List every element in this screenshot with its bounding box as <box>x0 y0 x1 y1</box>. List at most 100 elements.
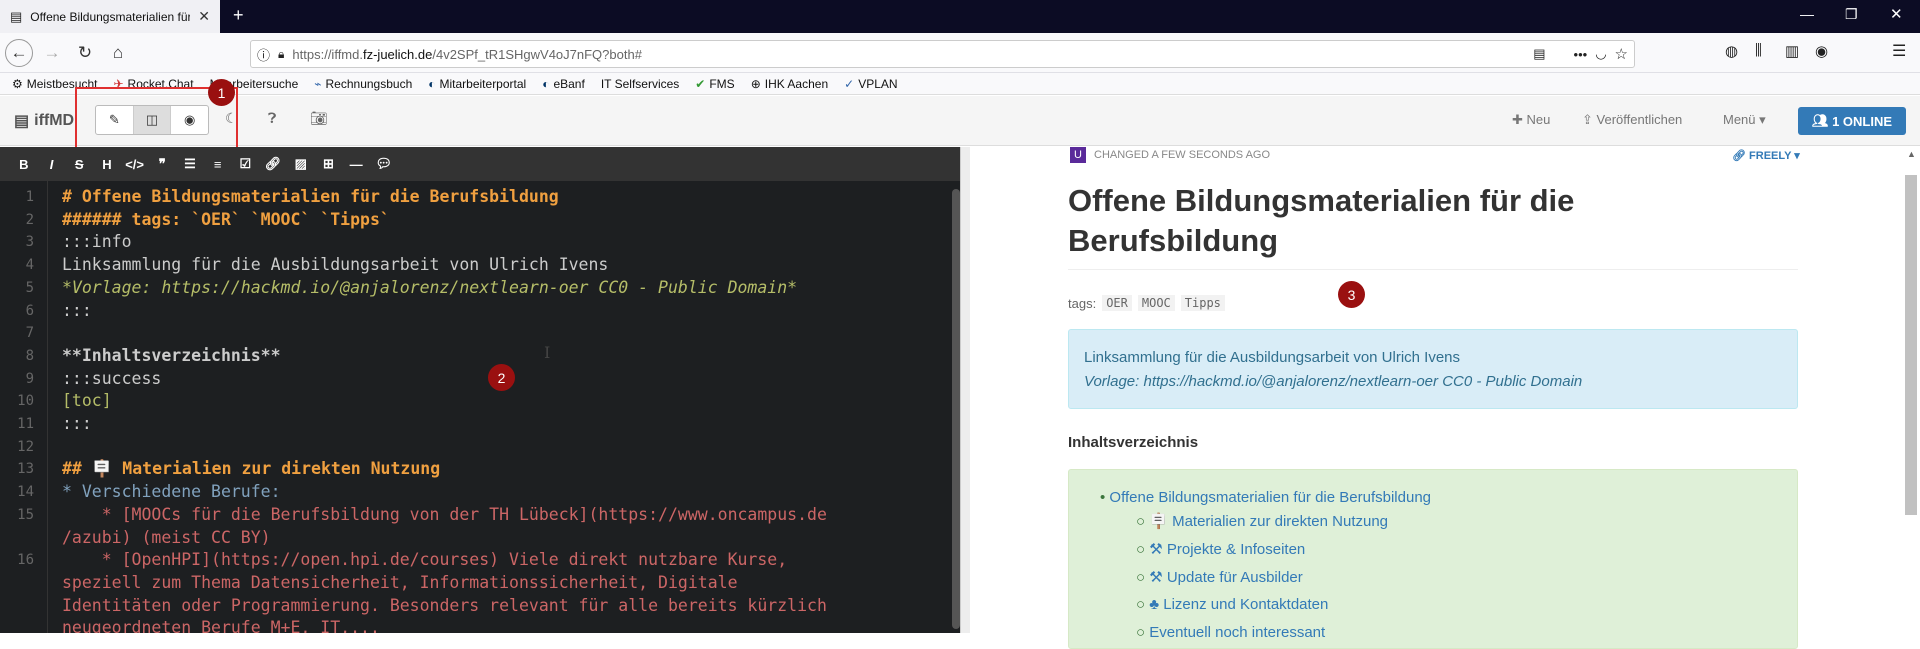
toc-heading: Inhaltsverzeichnis <box>1068 434 1199 451</box>
browser-tab[interactable]: ▤ Offene Bildungsmaterialien für ✕ <box>0 0 220 33</box>
code-line: speziell zum Thema Datensicherheit, Info… <box>62 572 738 592</box>
minimize-icon[interactable]: — <box>1800 6 1814 22</box>
new-tab-icon[interactable]: + <box>233 5 244 26</box>
horizontal-line-button[interactable]: — <box>342 157 370 172</box>
sidebar-icon[interactable]: ▥ <box>1785 42 1799 60</box>
page-actions-icon[interactable]: ••• <box>1574 47 1588 62</box>
camera-icon[interactable]: 📷︎ <box>310 110 328 127</box>
info-box <box>1068 329 1798 409</box>
scroll-up-arrow-icon[interactable]: ▲ <box>1907 149 1916 159</box>
help-icon[interactable]: ❓︎ <box>268 110 276 127</box>
bookmark-vplan[interactable]: ✓ VPLAN <box>844 77 897 91</box>
preview-pane: U CHANGED A FEW SECONDS AGO 🔗︎ FREELY ▾ … <box>970 147 1920 649</box>
tag-mooc[interactable]: MOOC <box>1137 295 1175 311</box>
split-divider[interactable] <box>960 147 970 633</box>
bookmark-rechnungsbuch[interactable]: ⌁ Rechnungsbuch <box>314 77 412 91</box>
code-button[interactable]: </> <box>121 157 149 172</box>
toc-item-update[interactable]: ○ ⚒ Update für Ausbilder <box>1136 568 1303 586</box>
back-icon[interactable]: ← <box>5 39 33 67</box>
plus-icon: ✚ <box>1512 112 1527 127</box>
line-number: 2 <box>25 211 34 228</box>
line-number: 6 <box>25 302 34 319</box>
heading-button[interactable]: H <box>93 157 121 172</box>
preview-scrollbar[interactable] <box>1905 175 1917 515</box>
line-number: 5 <box>25 279 34 296</box>
line-number: 3 <box>25 234 34 251</box>
document-title: Offene Bildungsmaterialien für die Beruf… <box>1068 183 1575 258</box>
reader-view-icon[interactable]: ▤ <box>1533 46 1545 62</box>
editor-scrollbar[interactable] <box>952 189 960 629</box>
quote-button[interactable]: ❞ <box>148 156 176 172</box>
checklist-button[interactable]: ☑ <box>232 156 260 172</box>
toc-item-materialien[interactable]: ○ 🪧 Materialien zur direkten Nutzung <box>1136 512 1388 530</box>
comment-button[interactable]: 💬︎ <box>370 156 398 172</box>
reload-icon[interactable]: ↻ <box>71 39 99 67</box>
code-line: Identitäten oder Programmierung. Besonde… <box>62 595 827 615</box>
tab-title: Offene Bildungsmaterialien für <box>30 9 191 24</box>
image-button[interactable]: ▨ <box>287 156 315 172</box>
brand-logo[interactable]: ▤ iffMD <box>14 111 74 131</box>
bookmark-ebanf[interactable]: ◐ eBanf <box>542 77 585 91</box>
bullet-list-button[interactable]: ☰ <box>176 156 204 172</box>
line-number: 7 <box>25 325 34 342</box>
numbered-list-button[interactable]: ≡ <box>204 157 232 172</box>
changed-status: CHANGED A FEW SECONDS AGO <box>1094 149 1271 161</box>
line-number: 12 <box>17 438 34 455</box>
toc-item-lizenz[interactable]: ○ ♣ Lizenz und Kontaktdaten <box>1136 596 1328 613</box>
account-icon[interactable]: ◉ <box>1815 42 1828 60</box>
code-line: neugeordneten Berufe M+E, IT,... <box>62 618 380 633</box>
bookmarks-toolbar: ⚙ Meistbesucht ✈ Rocket.Chat Mitarbeitersu… <box>0 73 1920 95</box>
link-icon: 🔗︎ <box>1732 150 1750 162</box>
close-tab-icon[interactable]: ✕ <box>198 8 210 25</box>
check-icon: ✔ <box>695 76 706 91</box>
user-avatar[interactable]: U <box>1070 147 1086 163</box>
bookmark-star-icon[interactable]: ☆ <box>1615 45 1628 63</box>
strikethrough-button[interactable]: S <box>65 157 93 172</box>
line-number: 4 <box>25 257 34 274</box>
shield-icon[interactable]: ◍ <box>1725 42 1738 60</box>
code-line: * [OpenHPI](https://open.hpi.de/courses)… <box>62 550 788 570</box>
url-text[interactable]: https://iffmd.fz-juelich.de/4v2SPf_tR1SH… <box>292 47 1525 62</box>
text-cursor-icon: I <box>544 343 551 362</box>
bold-button[interactable]: B <box>10 157 38 172</box>
online-users-button[interactable]: 👥︎ 1 ONLINE <box>1798 107 1906 135</box>
code-line: /azubi) (meist CC BY) <box>62 527 271 547</box>
tag-tipps[interactable]: Tipps <box>1180 295 1225 311</box>
hamburger-menu-icon[interactable]: ☰ <box>1892 41 1906 61</box>
menu-dropdown[interactable]: Menü ▾ <box>1723 112 1766 128</box>
line-number: 15 <box>17 506 34 523</box>
browser-tab-bar: ▤ Offene Bildungsmaterialien für ✕ + — ❐… <box>0 0 1920 33</box>
new-note-button[interactable]: ✚ Neu <box>1512 112 1550 128</box>
toc-item-projekte[interactable]: ○ ⚒ Projekte & Infoseiten <box>1136 540 1305 558</box>
markdown-editor[interactable]: 1 2 3 4 5 6 7 8 9 10 11 12 13 14 15 16 # Offene Bildung… <box>0 181 960 633</box>
close-window-icon[interactable]: ✕ <box>1890 5 1903 23</box>
restore-icon[interactable]: ❐ <box>1845 6 1858 23</box>
code-line: * [MOOCs für die Berufsbildung von der T… <box>62 504 827 524</box>
bookmark-ihk-aachen[interactable]: ⊕ IHK Aachen <box>751 77 828 91</box>
bookmark-fms[interactable]: ✔ FMS <box>695 77 734 91</box>
book-icon: ⌁ <box>314 76 322 91</box>
info-template-link[interactable]: Vorlage: https://hackmd.io/@anjalorenz/n… <box>1084 373 1582 390</box>
code-line: *Vorlage: https://hackmd.io/@anjalorenz/… <box>62 277 798 297</box>
url-bar[interactable]: ⓘ 🔒︎ https://iffmd.fz-juelich.de/4v2SPf_… <box>250 40 1635 68</box>
bookmark-it-selfservices[interactable]: IT Selfservices <box>601 77 679 91</box>
pocket-icon[interactable]: ◡ <box>1595 46 1606 62</box>
globe-icon: ⊕ <box>750 76 761 91</box>
home-icon[interactable]: ⌂ <box>104 39 132 67</box>
portal-icon: ◐ <box>542 76 550 91</box>
code-line: **Inhaltsverzeichnis** <box>62 345 281 365</box>
tag-oer[interactable]: OER <box>1102 295 1132 311</box>
link-button[interactable]: 🔗︎ <box>259 156 287 172</box>
publish-button[interactable]: ⇪ Veröffentlichen <box>1582 112 1682 128</box>
italic-button[interactable]: I <box>38 157 66 172</box>
line-number: 8 <box>25 347 34 364</box>
forward-icon[interactable]: → <box>38 39 66 67</box>
visibility-dropdown[interactable]: 🔗︎ FREELY ▾ <box>1732 149 1800 162</box>
table-button[interactable]: ⊞ <box>315 156 343 172</box>
toc-main-link[interactable]: • Offene Bildungsmaterialien für die Ber… <box>1100 489 1431 506</box>
bookmark-mitarbeiterportal[interactable]: ◐ Mitarbeiterportal <box>428 77 526 91</box>
line-number: 11 <box>17 416 34 432</box>
info-icon[interactable]: ⓘ <box>257 45 270 64</box>
users-icon: 👥︎ <box>1811 113 1833 128</box>
library-icon[interactable]: ⫼ <box>1755 42 1762 59</box>
